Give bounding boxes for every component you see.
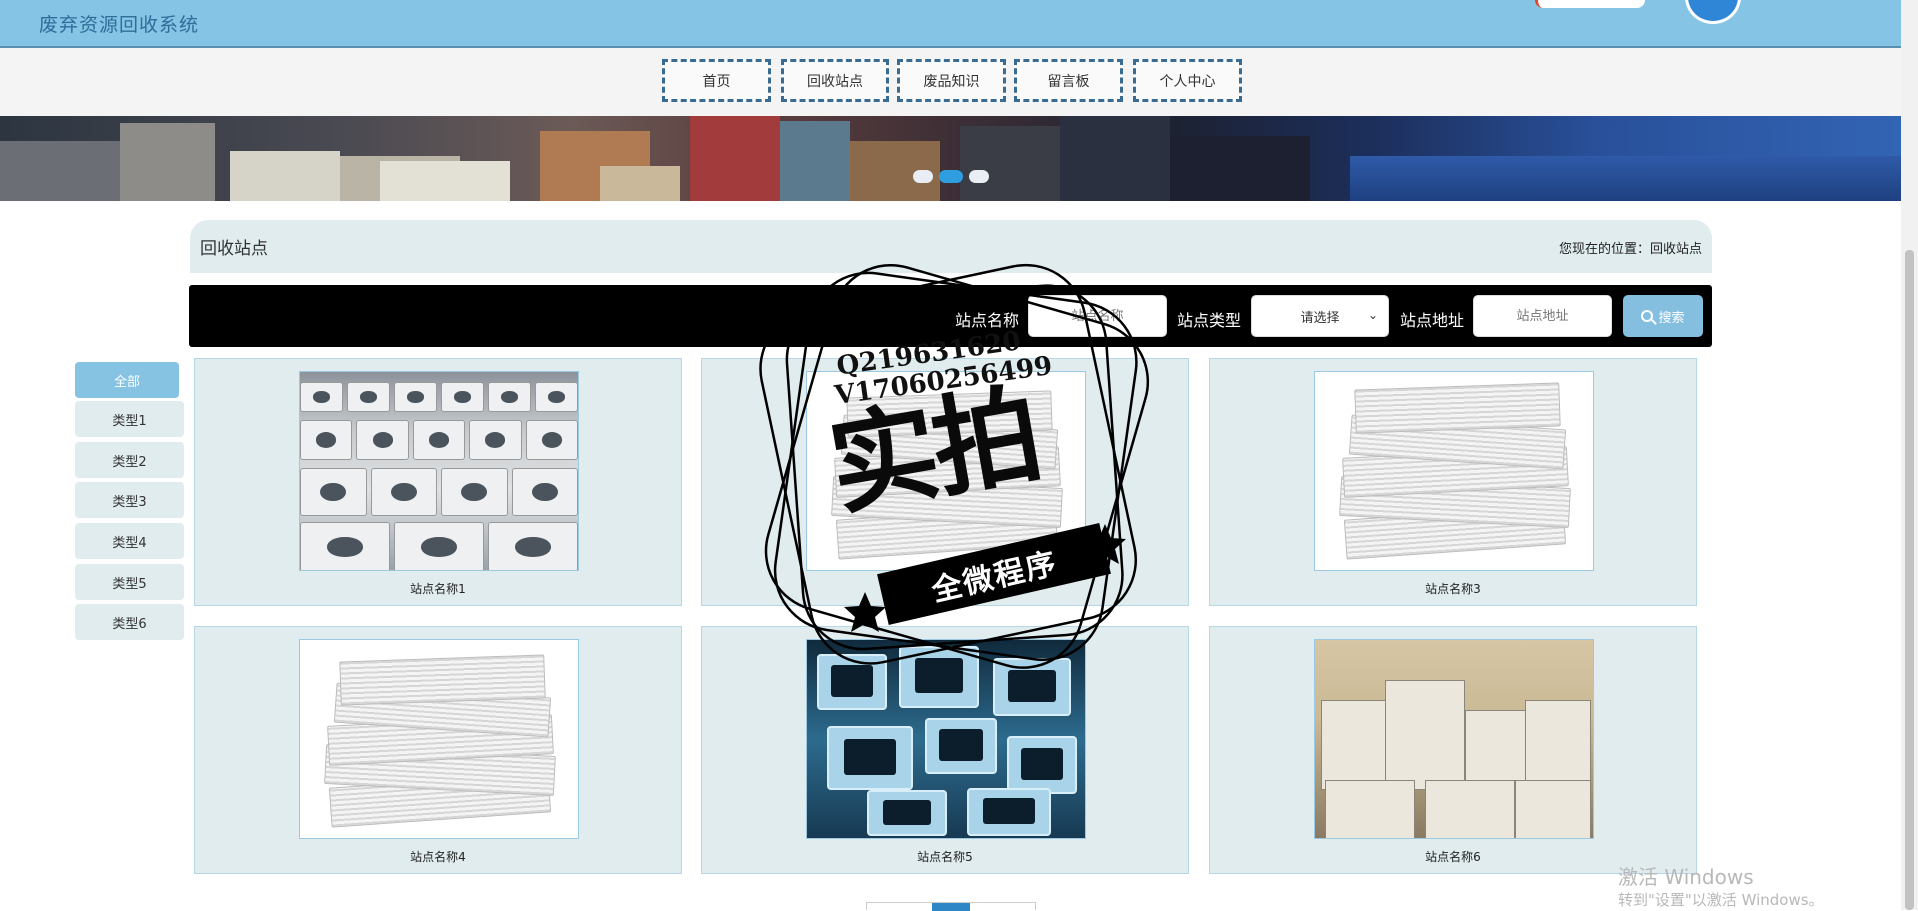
windows-activation-title: 激活 Windows <box>1618 865 1754 889</box>
nav-personal-center[interactable]: 个人中心 <box>1133 59 1242 102</box>
search-icon <box>1641 310 1654 322</box>
category-type-4[interactable]: 类型4 <box>75 523 184 559</box>
station-card[interactable]: 站点名称5 <box>701 626 1189 874</box>
user-avatar[interactable] <box>1685 0 1741 24</box>
app-title: 废弃资源回收系统 <box>39 14 200 36</box>
top-header: 废弃资源回收系统 <box>0 0 1901 48</box>
nav-message-board[interactable]: 留言板 <box>1014 59 1123 102</box>
station-card[interactable]: 站点名称1 <box>194 358 682 606</box>
station-name: 站点名称3 <box>1425 582 1481 596</box>
category-all[interactable]: 全部 <box>75 362 179 398</box>
carousel-dot-2[interactable] <box>939 170 963 183</box>
category-type-2[interactable]: 类型2 <box>75 442 184 478</box>
station-type-select[interactable]: 请选择 ⌄ <box>1251 295 1389 337</box>
pagination[interactable] <box>866 902 1036 911</box>
main-nav: 首页 回收站点 废品知识 留言板 个人中心 <box>0 48 1901 116</box>
scrollbar-thumb[interactable] <box>1905 250 1914 910</box>
header-widget[interactable] <box>1535 0 1665 10</box>
station-name: 站点名称4 <box>410 850 466 864</box>
station-card[interactable]: 站点名称3 <box>1209 358 1697 606</box>
station-address-label: 站点地址 <box>1400 311 1465 330</box>
section-header: 回收站点 您现在的位置：回收站点 <box>190 220 1712 273</box>
station-name: 站点名称5 <box>917 850 973 864</box>
station-image[interactable] <box>299 371 579 571</box>
category-type-6[interactable]: 类型6 <box>75 604 184 640</box>
banner-carousel[interactable] <box>0 116 1901 201</box>
station-card[interactable]: 站点名称6 <box>1209 626 1697 874</box>
page-title: 回收站点 <box>200 239 268 259</box>
page-scrollbar[interactable] <box>1901 0 1918 910</box>
search-button[interactable]: 搜索 <box>1623 295 1703 337</box>
windows-activation-subtitle: 转到"设置"以激活 Windows。 <box>1618 891 1824 909</box>
nav-home[interactable]: 首页 <box>662 59 771 102</box>
category-type-5[interactable]: 类型5 <box>75 564 184 600</box>
carousel-dot-1[interactable] <box>913 170 933 183</box>
search-button-label: 搜索 <box>1658 310 1685 326</box>
breadcrumb: 您现在的位置：回收站点 <box>1558 242 1702 257</box>
station-type-label: 站点类型 <box>1177 311 1242 330</box>
station-image[interactable] <box>299 639 579 839</box>
station-card[interactable]: 站点名称4 <box>194 626 682 874</box>
category-type-3[interactable]: 类型3 <box>75 482 184 518</box>
station-image[interactable] <box>1314 639 1594 839</box>
chevron-down-icon: ⌄ <box>1367 308 1378 322</box>
station-image[interactable] <box>806 639 1086 839</box>
category-type-1[interactable]: 类型1 <box>75 401 184 437</box>
banner-sea <box>1350 156 1901 201</box>
station-address-input[interactable] <box>1473 295 1612 337</box>
nav-waste-knowledge[interactable]: 废品知识 <box>897 59 1006 102</box>
nav-recycle-stations[interactable]: 回收站点 <box>781 59 889 102</box>
station-name-input[interactable] <box>1028 295 1167 337</box>
station-name: 站点名称1 <box>410 582 466 596</box>
carousel-dot-3[interactable] <box>969 170 989 183</box>
station-image[interactable] <box>1314 371 1594 571</box>
station-type-selected: 请选择 <box>1300 310 1340 326</box>
